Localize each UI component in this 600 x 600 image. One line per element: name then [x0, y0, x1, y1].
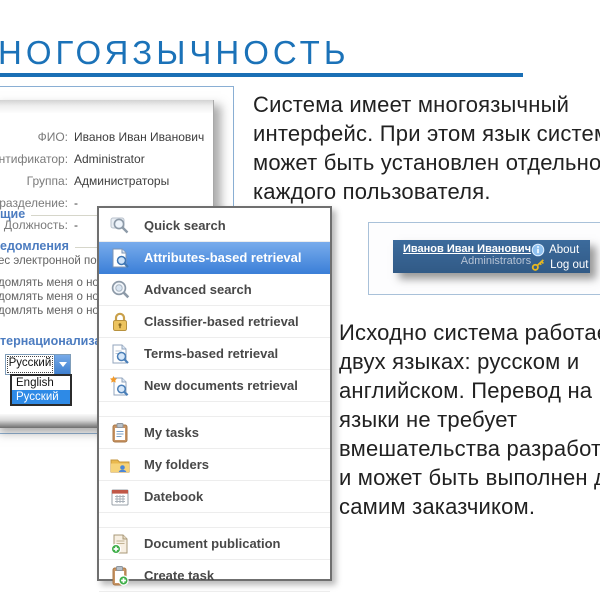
field-value: Иванов Иван Иванович	[74, 130, 204, 144]
paragraph-line: и может быть выполнен д	[339, 463, 600, 492]
menu-group-separator	[99, 402, 330, 417]
menu-item-quick-search[interactable]: Quick search	[99, 210, 330, 242]
paragraph-languages: Исходно система работае двух языках: рус…	[339, 318, 600, 521]
menu-item-label: Classifier-based retrieval	[144, 314, 299, 329]
menu-item-classifier-based-retrieval[interactable]: Classifier-based retrieval	[99, 306, 330, 338]
combobox-dropdown-button[interactable]	[54, 355, 70, 374]
field-label: ентификатор:	[0, 152, 68, 166]
attributes-retrieval-icon	[109, 247, 131, 269]
field-value: Администраторы	[74, 174, 169, 188]
field-value: -	[74, 218, 78, 232]
field-label: Должность:	[0, 218, 68, 232]
classifier-retrieval-icon	[109, 311, 131, 333]
dropdown-option-russian[interactable]: Русский	[12, 390, 70, 404]
terms-retrieval-icon	[109, 343, 131, 365]
datebook-icon	[109, 486, 131, 508]
menu-item-label: Document publication	[144, 536, 281, 551]
menu-item-advanced-search[interactable]: Advanced search	[99, 274, 330, 306]
paragraph-line: интерфейс. При этом язык систем	[253, 119, 600, 148]
chevron-down-icon	[59, 362, 67, 367]
user-identity: Иванов Иван Иванович Administrators	[403, 243, 531, 270]
paragraph-line: языки не требует	[339, 405, 600, 434]
field-label: разделение:	[0, 196, 68, 210]
menu-item-label: My tasks	[144, 425, 199, 440]
field-value: -	[74, 196, 78, 210]
paragraph-line: может быть установлен отдельно	[253, 148, 600, 177]
menu-item-new-documents-retrieval[interactable]: New documents retrieval	[99, 370, 330, 402]
notification-label: домлять меня о новь	[0, 291, 111, 303]
paragraph-line: самим заказчиком.	[339, 492, 600, 521]
create-task-icon	[109, 565, 131, 587]
notification-label: домлять меня о новь	[0, 305, 111, 317]
menu-item-label: Attributes-based retrieval	[144, 250, 302, 265]
paragraph-line: английском. Перевод на	[339, 376, 600, 405]
navigation-menu: Quick search Attributes-based retrieval …	[97, 206, 332, 581]
language-label: к:	[0, 358, 1, 372]
field-label: ФИО:	[0, 130, 68, 144]
document-publication-icon	[109, 533, 131, 555]
section-header-label: тернационализац	[0, 334, 109, 348]
user-name-link[interactable]: Иванов Иван Иванович	[403, 243, 531, 255]
notification-label: домлять меня о новь	[0, 277, 111, 289]
user-bar-actions: About Log out	[531, 243, 588, 270]
form-row-identifier: ентификатор: Administrator	[0, 148, 205, 170]
menu-item-my-tasks[interactable]: My tasks	[99, 417, 330, 449]
my-tasks-icon	[109, 422, 131, 444]
paragraph-line: Система имеет многоязычный	[253, 90, 600, 119]
paragraph-line: двух языках: русском и	[339, 347, 600, 376]
language-selected-value[interactable]: Русский	[6, 355, 55, 374]
about-link[interactable]: About	[531, 243, 588, 257]
section-header-label: едомления	[0, 239, 69, 253]
language-field: к: Русский	[0, 354, 71, 375]
logout-link[interactable]: Log out	[531, 257, 588, 272]
menu-item-label: New documents retrieval	[144, 378, 298, 393]
menu-item-label: Terms-based retrieval	[144, 346, 278, 361]
user-role-label: Administrators	[461, 255, 531, 267]
language-combobox[interactable]: Русский	[5, 354, 72, 375]
info-icon	[531, 243, 545, 257]
menu-item-datebook[interactable]: Datebook	[99, 481, 330, 513]
user-bar: Иванов Иван Иванович Administrators Abou…	[393, 240, 590, 273]
form-row-fio: ФИО: Иванов Иван Иванович	[0, 126, 205, 148]
my-folders-icon	[109, 454, 131, 476]
menu-group-separator	[99, 513, 330, 528]
language-dropdown-list[interactable]: English Русский	[10, 374, 72, 406]
field-value: Administrator	[74, 152, 145, 166]
title-underline	[0, 73, 523, 77]
quick-search-icon	[109, 215, 131, 237]
menu-item-document-publication[interactable]: Document publication	[99, 528, 330, 560]
paragraph-line: Исходно система работае	[339, 318, 600, 347]
menu-item-my-folders[interactable]: My folders	[99, 449, 330, 481]
dropdown-option-english[interactable]: English	[12, 376, 70, 390]
menu-item-create-task[interactable]: Create task	[99, 560, 330, 592]
menu-item-label: Create task	[144, 568, 214, 583]
window-top-edge	[0, 100, 213, 113]
page-title: НОГОЯЗЫЧНОСТЬ	[0, 36, 349, 69]
key-icon	[531, 257, 546, 272]
menu-item-label: Datebook	[144, 489, 203, 504]
form-row-group: Группа: Администраторы	[0, 170, 205, 192]
paragraph-multilingual: Система имеет многоязычный интерфейс. Пр…	[253, 90, 600, 206]
new-documents-icon	[109, 375, 131, 397]
menu-item-attributes-based-retrieval[interactable]: Attributes-based retrieval	[99, 242, 330, 274]
menu-item-label: Quick search	[144, 218, 226, 233]
field-label: Группа:	[0, 174, 68, 188]
logout-label: Log out	[550, 259, 588, 271]
menu-item-terms-based-retrieval[interactable]: Terms-based retrieval	[99, 338, 330, 370]
paragraph-line: каждого пользователя.	[253, 177, 600, 206]
paragraph-line: вмешательства разработч	[339, 434, 600, 463]
slide: НОГОЯЗЫЧНОСТЬ Система имеет многоязычный…	[0, 0, 600, 600]
about-label: About	[549, 244, 579, 256]
menu-item-label: Advanced search	[144, 282, 252, 297]
advanced-search-icon	[109, 279, 131, 301]
menu-item-label: My folders	[144, 457, 209, 472]
